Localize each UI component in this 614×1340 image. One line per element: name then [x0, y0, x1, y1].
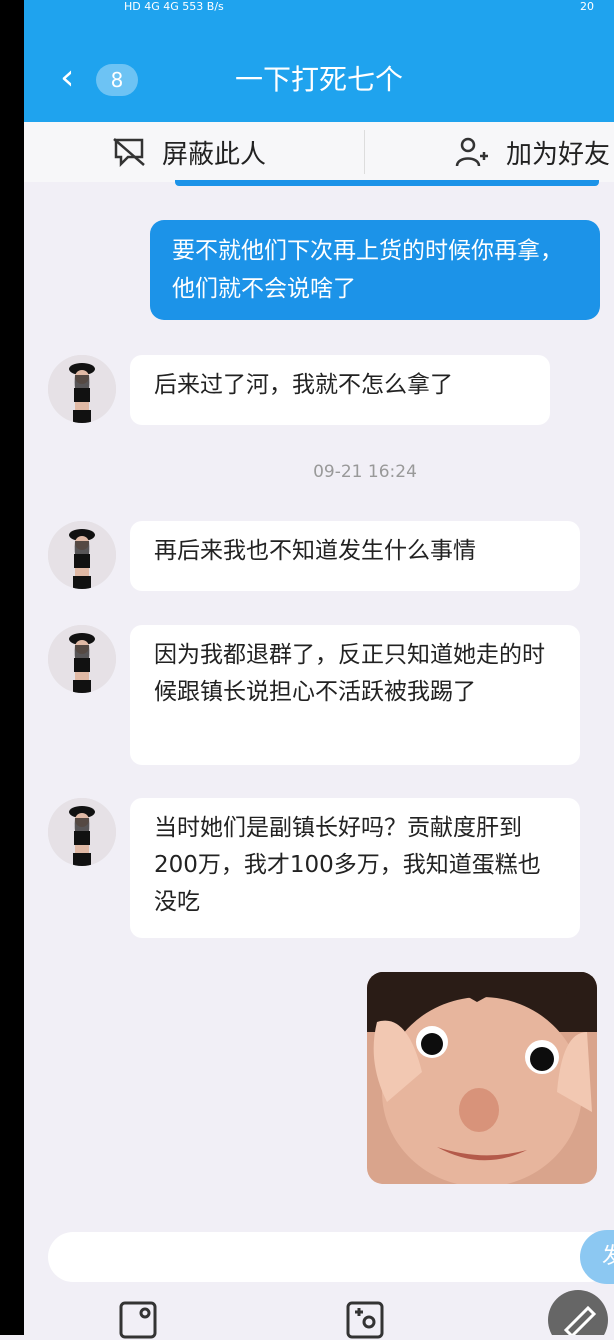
message-bubble-incoming[interactable]: 因为我都退群了，反正只知道她走的时候跟镇长说担心不活跃被我踢了 — [130, 625, 580, 765]
block-icon — [113, 138, 145, 167]
message-input[interactable] — [48, 1232, 614, 1282]
draw-icon[interactable] — [548, 1290, 608, 1335]
message-bubble-outgoing[interactable]: 要不就他们下次再上货的时候你再拿，他们就不会说啥了 — [150, 220, 600, 320]
block-user-button[interactable]: 屏蔽此人 — [112, 122, 266, 182]
contact-avatar[interactable] — [48, 798, 116, 866]
block-user-label: 屏蔽此人 — [162, 139, 267, 170]
chat-title: 一下打死七个 — [234, 63, 403, 96]
toolbar-divider — [364, 130, 365, 174]
status-bar: HD 4G 4G 553 B/s 20 — [24, 0, 614, 30]
add-friend-label: 加为好友 — [506, 139, 611, 170]
add-friend-icon — [455, 137, 488, 167]
network-status: HD 4G 4G 553 B/s — [124, 0, 224, 13]
avatar-image — [48, 625, 116, 693]
previous-message-bubble-edge — [175, 180, 599, 186]
contact-avatar[interactable] — [48, 521, 116, 589]
chat-toolbar: 屏蔽此人 加为好友 — [24, 122, 614, 182]
screen-left-edge — [0, 0, 24, 1335]
contact-avatar[interactable] — [48, 625, 116, 693]
camera-icon[interactable] — [345, 1300, 385, 1340]
contact-avatar[interactable] — [48, 355, 116, 423]
avatar-image — [48, 798, 116, 866]
chat-header: HD 4G 4G 553 B/s 20 ‹ 8 一下打死七个 — [24, 0, 614, 122]
message-bubble-incoming[interactable]: 再后来我也不知道发生什么事情 — [130, 521, 580, 591]
message-timestamp: 09-21 16:24 — [313, 462, 417, 482]
add-friend-button[interactable]: 加为好友 — [454, 122, 610, 182]
battery-level: 20 — [580, 0, 594, 13]
avatar-image — [48, 521, 116, 589]
message-bubble-incoming[interactable]: 当时她们是副镇长好吗？贡献度肝到200万，我才100多万，我知道蛋糕也没吃 — [130, 798, 580, 938]
sticker-image[interactable] — [367, 972, 597, 1184]
message-bubble-incoming[interactable]: 后来过了河，我就不怎么拿了 — [130, 355, 550, 425]
picture-icon[interactable] — [118, 1300, 158, 1340]
avatar-image — [48, 355, 116, 423]
